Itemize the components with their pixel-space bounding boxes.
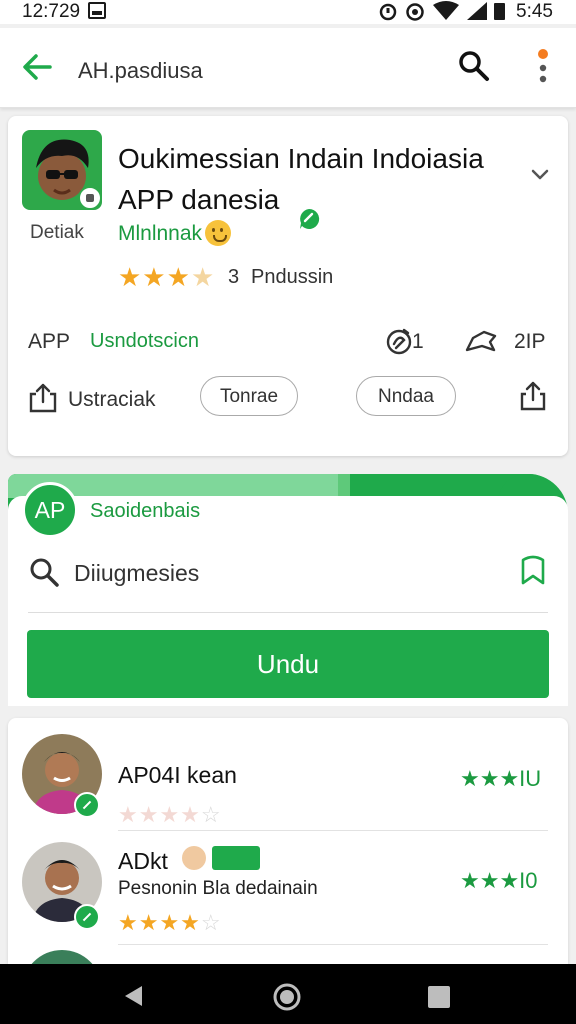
developer-link[interactable]: Mlnlnnak	[118, 222, 202, 246]
battery-icon	[494, 3, 505, 20]
chip-tonrae[interactable]: Tonrae	[200, 376, 298, 416]
review-text: Pesnonin Bla dedainain	[118, 878, 318, 899]
emoji-icon	[182, 846, 206, 870]
search-row-text[interactable]: Diiugmesies	[74, 560, 199, 587]
info-value[interactable]: Usndotscicn	[90, 330, 199, 353]
back-arrow-icon[interactable]	[20, 50, 54, 84]
developer-tag: Detiak	[30, 222, 84, 243]
install-label[interactable]: Ustraciak	[68, 388, 156, 412]
rating-label: Pndussin	[251, 266, 334, 288]
chevron-down-icon[interactable]	[528, 162, 552, 186]
alarm-icon	[379, 3, 397, 21]
divider	[118, 944, 548, 945]
badge-icon	[212, 846, 260, 870]
reviewer-name: AP04I kean	[118, 762, 237, 788]
banner-marker	[338, 474, 350, 498]
award-value: 2IP	[514, 330, 546, 353]
review-stars: ★★★★☆	[118, 802, 222, 827]
chip-nndaa[interactable]: Nndaa	[356, 376, 456, 416]
info-label: APP	[28, 330, 71, 353]
reviewer-name: ADkt	[118, 848, 168, 874]
more-options-icon[interactable]	[532, 48, 554, 88]
review-score: ★★★I0	[460, 868, 538, 893]
target-icon	[406, 3, 424, 21]
ap-avatar: AP	[22, 482, 78, 538]
age-value: 1	[412, 330, 424, 353]
app-bar-title: AH.pasdiusa	[78, 58, 203, 83]
list-item[interactable]: ADkt Pesnonin Bla dedainain ★★★★☆ ★★★I0	[8, 842, 568, 952]
nav-recents-icon[interactable]	[428, 986, 450, 1008]
rating-stars: ★★★★	[118, 262, 216, 292]
review-score: ★★★IU	[460, 766, 542, 791]
verified-icon	[300, 208, 320, 229]
install-icon[interactable]	[28, 382, 58, 414]
verified-badge	[74, 904, 100, 930]
app-bar: AH.pasdiusa	[0, 28, 576, 108]
app-icon-badge	[78, 186, 102, 210]
status-bar: 12:729 5:45	[0, 0, 576, 24]
wifi-icon	[433, 1, 459, 20]
status-time-right: 5:45	[516, 1, 553, 22]
review-stars: ★★★★☆	[118, 910, 222, 935]
status-time: 12:729	[22, 1, 81, 22]
system-nav-bar	[0, 964, 576, 1024]
status-icons	[378, 0, 488, 22]
reviews-card: AP04I kean ★★★★☆ ★★★IU ADkt Pesnonin Bla…	[8, 718, 568, 964]
emoji-icon	[205, 220, 231, 246]
section-card: AP Saoidenbais Diiugmesies Undu	[8, 482, 568, 706]
undu-button[interactable]: Undu	[27, 630, 549, 698]
app-details-card: Oukimessian Indain Indoiasia APP danesia…	[8, 116, 568, 456]
age-rating-icon	[386, 328, 412, 355]
bookmark-icon[interactable]	[518, 554, 548, 586]
nav-home-icon[interactable]	[272, 982, 302, 1012]
award-icon	[465, 330, 497, 352]
avatar	[22, 950, 102, 964]
share-icon[interactable]	[518, 380, 548, 412]
search-icon[interactable]	[456, 48, 492, 84]
nav-back-icon[interactable]	[122, 984, 144, 1008]
divider	[118, 830, 548, 831]
list-item[interactable]: AP04I kean ★★★★☆ ★★★IU	[8, 732, 568, 842]
app-title: Oukimessian Indain Indoiasia APP danesia	[118, 143, 484, 215]
signal-icon	[467, 2, 487, 20]
verified-badge	[74, 792, 100, 818]
search-icon[interactable]	[28, 556, 60, 588]
section-title: Saoidenbais	[90, 500, 201, 522]
rating-count: 3	[228, 266, 240, 288]
notification-icon	[88, 2, 106, 19]
divider	[28, 612, 548, 613]
